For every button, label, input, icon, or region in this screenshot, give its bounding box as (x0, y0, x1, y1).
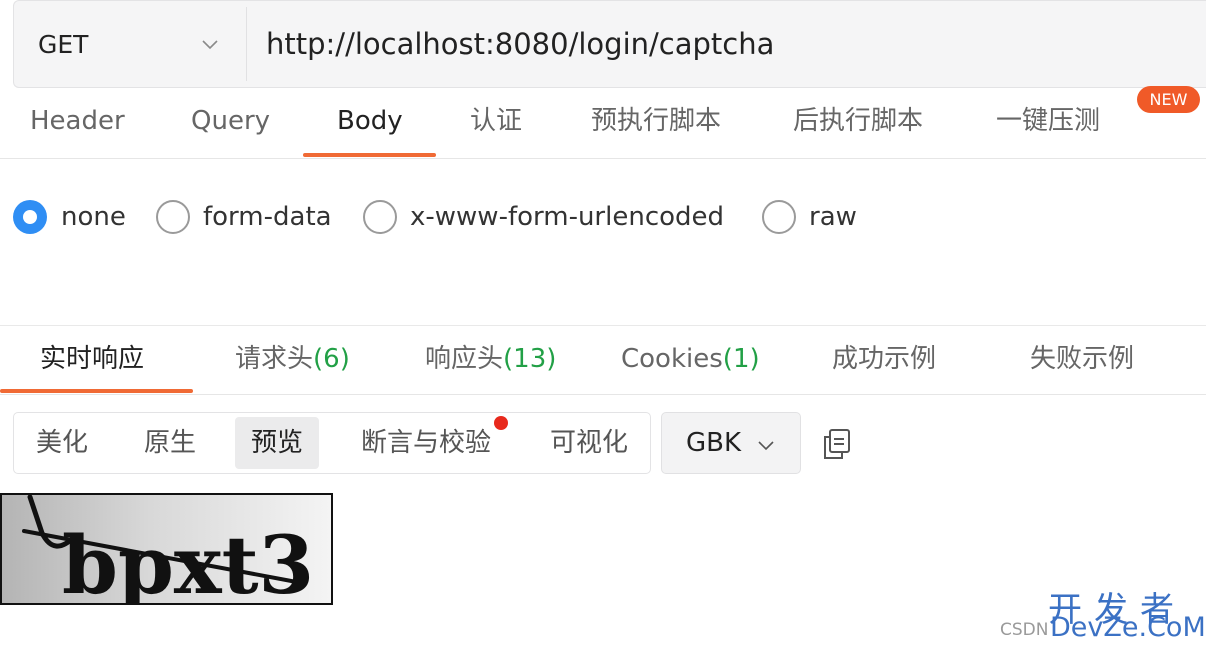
tab-count: (1) (722, 344, 760, 374)
request-tabs: Header Query Body 认证 预执行脚本 后执行脚本 一键压测 (0, 90, 1206, 159)
active-tab-indicator (303, 153, 436, 157)
tab-realtime-response[interactable]: 实时响应 (40, 326, 144, 392)
tab-label: 响应头 (425, 344, 504, 374)
tab-body[interactable]: Body (337, 90, 403, 156)
captcha-drawing: bpxt3 (22, 495, 314, 605)
encoding-select[interactable]: GBK (661, 412, 801, 474)
tab-fail-example[interactable]: 失败示例 (1030, 326, 1134, 392)
watermark-domain: DevZe.CoM (1050, 612, 1206, 643)
view-pretty[interactable]: 美化 (20, 417, 104, 469)
tab-count: (13) (503, 344, 557, 374)
view-preview[interactable]: 预览 (235, 417, 320, 469)
radio-urlencoded[interactable] (363, 200, 397, 234)
tab-success-example[interactable]: 成功示例 (832, 326, 936, 392)
chevron-down-icon (758, 441, 774, 451)
radio-raw[interactable] (762, 200, 796, 234)
tab-pre-script[interactable]: 预执行脚本 (591, 90, 721, 156)
url-separator (246, 7, 247, 81)
radio-label-none: none (61, 202, 126, 232)
tab-auth[interactable]: 认证 (470, 90, 522, 156)
captcha-image: bpxt3 (0, 493, 333, 605)
tab-post-script[interactable]: 后执行脚本 (793, 90, 923, 156)
view-raw[interactable]: 原生 (128, 417, 212, 469)
tab-stress-test[interactable]: 一键压测 (996, 90, 1100, 156)
radio-label-raw: raw (809, 202, 857, 232)
tab-query[interactable]: Query (191, 90, 270, 156)
radio-none[interactable] (13, 200, 47, 234)
response-tabs: 实时响应 请求头(6) 响应头(13) Cookies(1) 成功示例 失败示例 (0, 326, 1206, 395)
tab-label: Cookies (621, 344, 723, 374)
new-badge: NEW (1137, 86, 1200, 113)
radio-form-data[interactable] (156, 200, 190, 234)
active-tab-indicator (0, 389, 193, 393)
tab-request-headers[interactable]: 请求头(6) (235, 326, 350, 392)
tab-header[interactable]: Header (30, 90, 125, 156)
view-mode-switcher: 美化 原生 预览 断言与校验 可视化 (13, 412, 651, 474)
chevron-down-icon (202, 40, 218, 50)
view-visualize[interactable]: 可视化 (534, 417, 644, 469)
tab-count: (6) (313, 344, 350, 374)
copy-icon[interactable] (822, 428, 852, 460)
radio-label-urlencoded: x-www-form-urlencoded (410, 202, 725, 232)
radio-label-form-data: form-data (203, 202, 332, 232)
method-select[interactable]: GET (14, 1, 246, 87)
tab-cookies[interactable]: Cookies(1) (621, 326, 760, 392)
method-label: GET (38, 29, 89, 59)
url-input[interactable]: http://localhost:8080/login/captcha (266, 1, 774, 87)
tab-response-headers[interactable]: 响应头(13) (425, 326, 556, 392)
captcha-text: bpxt3 (62, 518, 314, 605)
watermark-csdn: CSDN (1000, 620, 1049, 640)
request-url-bar: GET http://localhost:8080/login/captcha (13, 0, 1206, 88)
tab-label: 请求头 (235, 344, 314, 374)
view-assertion[interactable]: 断言与校验 (345, 417, 507, 469)
encoding-label: GBK (686, 428, 742, 458)
notification-dot (494, 416, 508, 430)
